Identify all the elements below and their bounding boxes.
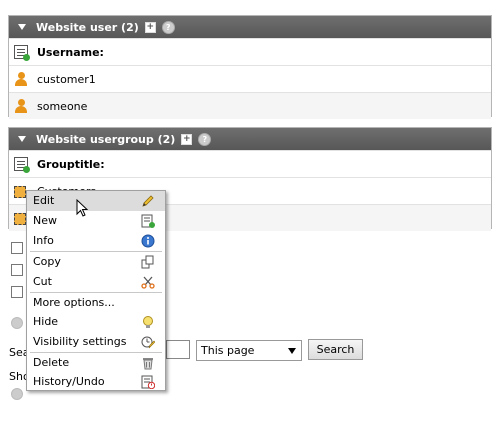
search-scope-value: This page — [201, 344, 255, 357]
option-checkbox[interactable] — [11, 264, 23, 276]
website-user-title: Website user (2) — [36, 20, 139, 34]
visibility-settings-icon — [141, 336, 155, 349]
website-usergroup-panel-header: Website usergroup (2) + ? — [9, 128, 491, 150]
mouse-cursor-icon — [76, 199, 89, 217]
copy-icon — [141, 255, 154, 269]
menu-item-label: Info — [33, 234, 54, 247]
grouptitle-column-label: Grouptitle: — [37, 157, 105, 171]
help-icon[interactable] — [11, 317, 23, 329]
chevron-down-icon — [288, 348, 296, 354]
new-record-icon — [141, 214, 155, 228]
menu-item-copy[interactable]: Copy — [27, 252, 165, 272]
menu-item-delete[interactable]: Delete — [27, 353, 165, 373]
pencil-icon — [142, 195, 154, 207]
column-header-row: Grouptitle: — [9, 150, 491, 177]
collapse-triangle-icon[interactable] — [18, 24, 26, 30]
trash-icon — [143, 358, 153, 370]
menu-item-edit[interactable]: Edit — [27, 191, 165, 211]
menu-item-label: Visibility settings — [33, 335, 127, 348]
menu-item-cut[interactable]: Cut — [27, 272, 165, 292]
user-icon[interactable] — [14, 99, 28, 113]
menu-item-label: Cut — [33, 275, 52, 288]
menu-item-label: More options... — [33, 296, 115, 309]
search-button[interactable]: Search — [308, 339, 363, 360]
website-user-panel-header: Website user (2) + ? — [9, 16, 491, 38]
new-record-icon[interactable] — [14, 157, 30, 173]
info-icon — [141, 234, 155, 248]
collapse-triangle-icon[interactable] — [18, 136, 26, 142]
search-input[interactable] — [166, 340, 190, 359]
menu-item-label: Delete — [33, 356, 70, 369]
menu-item-label: New — [33, 214, 57, 227]
search-scope-select[interactable]: This page — [196, 340, 302, 361]
menu-item-label: History/Undo — [33, 375, 105, 388]
history-icon — [141, 375, 155, 389]
help-icon[interactable]: ? — [198, 132, 212, 146]
username-cell[interactable]: someone — [37, 100, 87, 113]
context-menu: Edit New Info Copy Cut More options... H… — [26, 190, 166, 391]
menu-item-more-options[interactable]: More options... — [27, 293, 165, 313]
username-column-label: Username: — [37, 45, 104, 59]
user-icon[interactable] — [14, 72, 28, 86]
option-checkbox[interactable] — [11, 286, 23, 298]
add-plus-icon[interactable]: + — [144, 21, 156, 33]
menu-item-hide[interactable]: Hide — [27, 312, 165, 332]
menu-item-new[interactable]: New — [27, 211, 165, 231]
menu-item-visibility-settings[interactable]: Visibility settings — [27, 332, 165, 352]
menu-item-history-undo[interactable]: History/Undo — [27, 372, 165, 392]
column-header-row: Username: — [9, 38, 491, 65]
table-row[interactable]: someone — [9, 92, 491, 119]
username-cell[interactable]: customer1 — [37, 73, 96, 86]
lightbulb-icon — [143, 316, 153, 328]
help-icon[interactable]: ? — [161, 20, 175, 34]
option-checkbox[interactable] — [11, 242, 23, 254]
add-plus-icon[interactable]: + — [181, 133, 193, 145]
website-user-panel: Website user (2) + ? Username: customer1… — [8, 15, 492, 119]
menu-item-label: Hide — [33, 315, 59, 328]
scissors-icon — [141, 276, 155, 289]
new-record-icon[interactable] — [14, 45, 30, 61]
website-usergroup-title: Website usergroup (2) — [36, 132, 176, 146]
menu-item-info[interactable]: Info — [27, 231, 165, 251]
menu-item-label: Copy — [33, 255, 61, 268]
menu-item-label: Edit — [33, 194, 55, 207]
table-row[interactable]: customer1 — [9, 65, 491, 92]
help-icon[interactable] — [11, 388, 23, 400]
